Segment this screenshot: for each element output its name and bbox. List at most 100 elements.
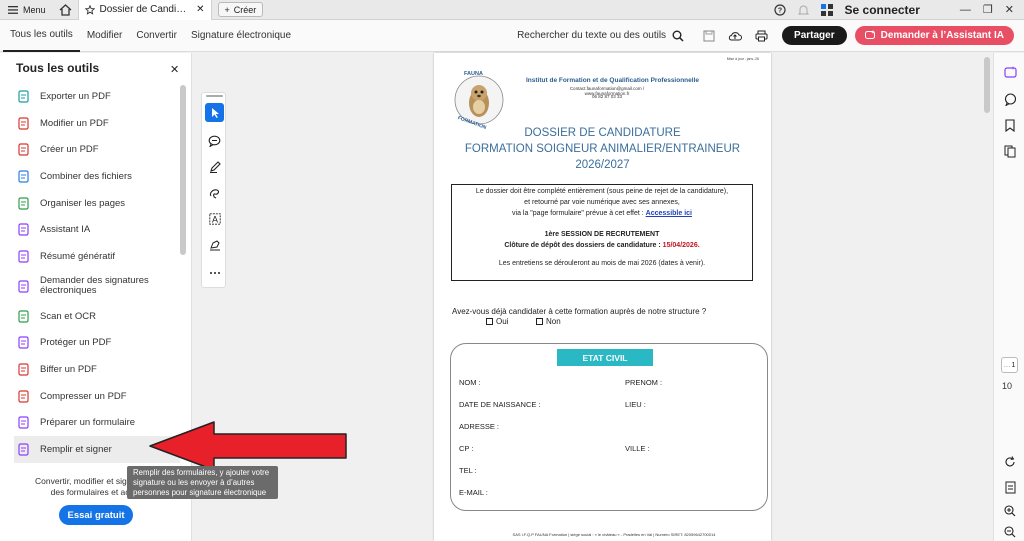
deadline-label: Clôture de dépôt des dossiers de candida… [504,242,661,249]
tool-redact-pdf[interactable]: Biffer un PDF [16,356,178,383]
add-text-icon[interactable]: A [205,209,224,228]
tool-organize-pages[interactable]: Organiser les pages [16,190,178,217]
doc-title-line2: FORMATION SOIGNEUR ANIMALIER/ENTRAINEUR [464,143,741,155]
restore-icon[interactable]: ❐ [983,3,993,16]
close-panel-icon[interactable]: ✕ [170,63,179,76]
search-tools[interactable]: Rechercher du texte ou des outils [517,30,684,42]
field-ville[interactable]: VILLE : [625,444,650,453]
print-icon[interactable] [752,27,770,45]
tools-panel-title: Tous les outils [16,61,100,75]
apps-grid-icon[interactable] [820,3,833,16]
option-yes[interactable]: Oui [486,317,508,326]
ai-sparkle-icon [864,30,875,39]
field-dob[interactable]: DATE DE NAISSANCE : [459,400,541,409]
quick-tools-rail: A [201,92,226,288]
field-nom[interactable]: NOM : [459,378,481,387]
tab-convert[interactable]: Convertir [129,20,184,52]
document-tab[interactable]: Dossier de Candidatu... ✕ [77,0,212,20]
field-cp[interactable]: CP : [459,444,473,453]
field-tel[interactable]: TEL : [459,466,477,475]
box-line3: via la "page formulaire" prévue à cet ef… [452,210,752,217]
free-trial-button[interactable]: Essai gratuit [59,505,133,525]
star-icon[interactable] [84,4,95,15]
field-lieu[interactable]: LIEU : [625,400,646,409]
tool-protect-pdf[interactable]: Protéger un PDF [16,330,178,357]
combine-files-icon [16,169,30,183]
tab-esign[interactable]: Signature électronique [184,20,298,52]
sign-pen-icon[interactable] [205,235,224,254]
tab-edit[interactable]: Modifier [80,20,130,52]
interviews-line: Les entretiens se dérouleront au mois de… [498,260,706,267]
rail-grip[interactable] [206,95,223,97]
tool-scan-ocr[interactable]: Scan et OCR [16,303,178,330]
search-label: Rechercher du texte ou des outils [517,30,667,41]
tool-label: Combiner des fichiers [40,170,132,182]
page-number-input[interactable]: … 1 [1001,357,1018,373]
ask-ai-button[interactable]: Demander à l’Assistant IA [854,26,1014,45]
tool-label: Créer un PDF [40,144,99,156]
compress-pdf-icon [16,389,30,403]
update-date: Mise à jour : janv.-26 [726,57,759,61]
document-scroll-thumb[interactable] [984,57,990,113]
comments-panel-icon[interactable] [1001,90,1019,108]
sign-in-button[interactable]: Se connecter [845,3,920,17]
tool-combine-files[interactable]: Combiner des fichiers [16,163,178,190]
page-fit-icon[interactable] [1001,478,1019,496]
rotate-icon[interactable] [1001,453,1019,471]
close-tab-icon[interactable]: ✕ [196,4,204,15]
tool-ai-assistant[interactable]: Assistant IA [16,216,178,243]
pdf-page: Mise à jour : janv.-26 FAUNA FORMATION I… [434,53,771,541]
bell-icon[interactable] [797,4,809,16]
hamburger-icon [8,5,18,14]
accessible-link[interactable]: Accessible ici [646,210,692,217]
box-line2: et retourné par voie numérique avec ses … [524,199,680,206]
zoom-in-icon[interactable] [1001,502,1019,520]
menu-button[interactable]: Menu [0,0,54,20]
tool-label: Préparer un formulaire [40,417,136,429]
save-icon[interactable] [700,27,718,45]
box-line1: Le dossier doit être complété entièremen… [475,188,729,195]
upload-cloud-icon[interactable] [726,27,744,45]
search-icon [672,30,684,42]
highlight-pen-icon[interactable] [205,157,224,176]
draw-freehand-icon[interactable] [205,183,224,202]
tab-all-tools[interactable]: Tous les outils [3,20,80,52]
document-scrollbar[interactable] [982,53,992,541]
minimize-icon[interactable]: — [960,4,971,16]
tool-generative-summary[interactable]: Résumé génératif [16,243,178,270]
tool-label: Exporter un PDF [40,90,111,102]
bookmark-icon[interactable] [1001,116,1019,134]
logo-text-top: FAUNA [464,71,483,77]
tool-label: Demander des signatures électroniques [40,275,149,297]
panel-scrollbar[interactable] [180,85,186,255]
page-total: 10 [1002,381,1013,391]
create-pdf-icon [16,143,30,157]
fill-sign-icon [16,443,30,457]
home-button[interactable] [54,0,78,20]
tool-export-pdf[interactable]: Exporter un PDF [16,83,178,110]
civil-status-section: ETAT CIVIL NOM : PRENOM : DATE DE NAISSA… [450,343,768,511]
home-icon [59,3,72,16]
checkbox-yes[interactable] [486,318,493,325]
generative-summary-icon [16,249,30,263]
field-prenom[interactable]: PRENOM : [625,378,662,387]
field-email[interactable]: E-MAIL : [459,488,488,497]
window-close-icon[interactable]: ✕ [1005,3,1014,16]
ai-chat-icon[interactable] [1001,63,1019,81]
share-button[interactable]: Partager [782,26,847,45]
zoom-out-icon[interactable] [1001,523,1019,541]
field-adresse[interactable]: ADRESSE : [459,422,499,431]
tool-label: Modifier un PDF [40,117,109,129]
select-cursor-icon[interactable] [205,103,224,122]
new-tab-button[interactable]: + Créer [217,2,264,17]
tool-edit-pdf[interactable]: Modifier un PDF [16,110,178,137]
tool-request-signatures[interactable]: Demander des signatures électroniques [16,270,178,303]
checkbox-no[interactable] [536,318,543,325]
page-thumbnails-icon[interactable] [1001,142,1019,160]
tool-compress-pdf[interactable]: Compresser un PDF [16,383,178,410]
more-tools-icon[interactable] [205,263,224,282]
comment-icon[interactable] [205,131,224,150]
tool-create-pdf[interactable]: Créer un PDF [16,136,178,163]
help-icon[interactable]: ? [773,3,786,16]
option-no[interactable]: Non [536,317,561,326]
